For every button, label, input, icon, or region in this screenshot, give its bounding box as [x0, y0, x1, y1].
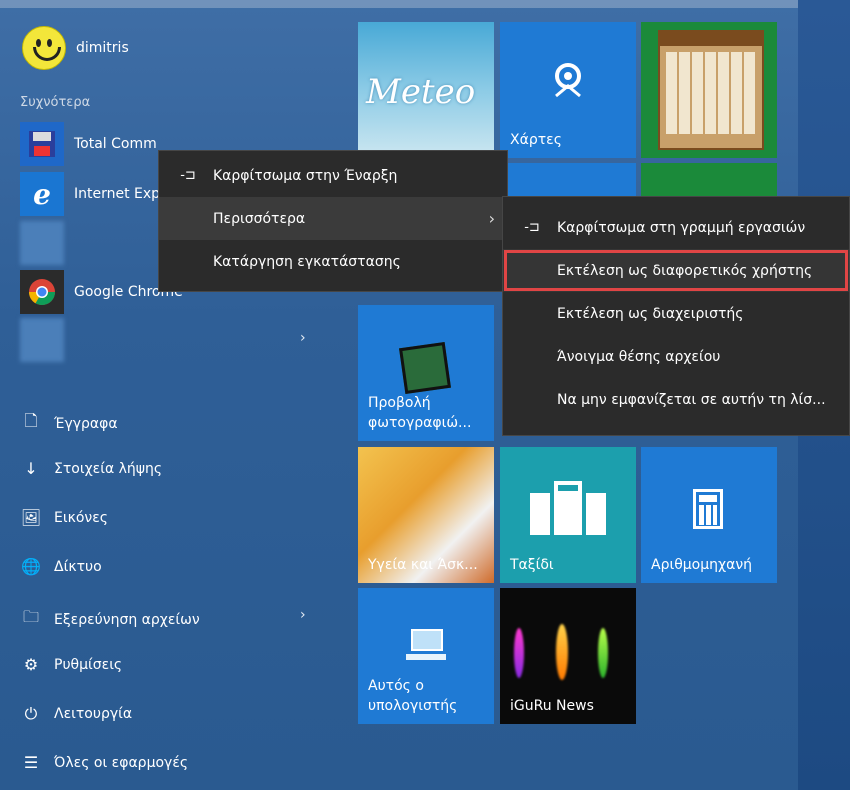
menu-label: Άνοιγμα θέσης αρχείου — [557, 348, 721, 365]
nav-label: Στοιχεία λήψης — [54, 460, 163, 477]
nav-downloads[interactable]: ↓ Στοιχεία λήψης — [20, 459, 162, 478]
power-icon: ⏻ — [24, 704, 38, 723]
tile-health[interactable]: Υγεία και Άσκ... — [358, 447, 494, 583]
tile-meteo[interactable]: Meteo — [358, 22, 494, 158]
menu-label: Περισσότερα — [213, 210, 306, 227]
nav-all-apps[interactable]: ☰ Όλες οι εφαρμογές — [20, 753, 188, 772]
chevron-right-icon: › — [488, 209, 495, 228]
menu-more[interactable]: Περισσότερα › — [159, 197, 507, 240]
tile-travel[interactable]: Ταξίδι — [500, 447, 636, 583]
nav-label: Δίκτυο — [54, 558, 102, 575]
user-account[interactable]: dimitris — [22, 26, 129, 70]
computer-icon — [404, 628, 448, 668]
avatar — [22, 26, 66, 70]
menu-label: Καρφίτσωμα στη γραμμή εργασιών — [557, 219, 806, 236]
menu-pin-taskbar[interactable]: -⊐ Καρφίτσωμα στη γραμμή εργασιών — [503, 206, 849, 249]
nav-file-explorer[interactable]: 🗀 Εξερεύνηση αρχείων — [20, 606, 200, 633]
flame-decor — [514, 628, 524, 678]
nav-label: Έγγραφα — [54, 415, 118, 432]
flame-decor — [598, 628, 608, 678]
chevron-right-icon[interactable]: › — [300, 607, 306, 623]
tile-label: Ταξίδι — [510, 557, 554, 573]
tile-label: iGuRu News — [510, 698, 594, 714]
document-icon: 🗋 — [24, 411, 38, 430]
tile-label: Αυτός ο υπολογιστής — [368, 678, 458, 714]
pictures-icon: 🖼 — [20, 508, 42, 527]
menu-run-as-other-user[interactable]: Εκτέλεση ως διαφορετικός χρήστης — [503, 249, 849, 292]
menu-open-file-location[interactable]: Άνοιγμα θέσης αρχείου — [503, 335, 849, 378]
pin-icon: -⊐ — [180, 168, 196, 183]
context-menu: -⊐ Καρφίτσωμα στην Έναρξη Περισσότερα › … — [158, 150, 508, 292]
folder-icon: 🗀 — [22, 607, 39, 626]
app-label: Total Comm — [74, 136, 157, 152]
menu-label: Κατάργηση εγκατάστασης — [213, 253, 401, 270]
blurred-app-icon — [20, 318, 64, 362]
app-blurred-2[interactable] — [20, 318, 74, 362]
menu-label: Εκτέλεση ως διαφορετικός χρήστης — [557, 262, 813, 279]
nav-documents[interactable]: 🗋 Έγγραφα — [20, 410, 118, 437]
menu-run-as-admin[interactable]: Εκτέλεση ως διαχειριστής — [503, 292, 849, 335]
tile-calendar[interactable] — [641, 22, 777, 158]
download-icon: ↓ — [24, 459, 38, 478]
blurred-app-icon — [20, 221, 64, 265]
app-total-commander[interactable]: Total Comm — [20, 122, 157, 166]
nav-label: Εξερεύνηση αρχείων — [54, 611, 200, 628]
menu-hide-from-list[interactable]: Να μην εμφανίζεται σε αυτήν τη λίσ... — [503, 378, 849, 421]
nav-label: Εικόνες — [54, 509, 109, 526]
tile-photo-viewer[interactable]: Προβολή φωτογραφιώ... — [358, 305, 494, 441]
tile-iguru[interactable]: iGuRu News — [500, 588, 636, 724]
submenu: -⊐ Καρφίτσωμα στη γραμμή εργασιών Εκτέλε… — [502, 196, 850, 436]
tile-label: Υγεία και Άσκ... — [368, 557, 478, 573]
chevron-right-icon[interactable]: › — [300, 330, 306, 346]
photo-viewer-icon — [399, 342, 451, 394]
meteo-logo: Meteo — [366, 72, 476, 112]
calendar-icon — [658, 30, 764, 150]
user-name: dimitris — [76, 40, 129, 56]
nav-pictures[interactable]: 🖼 Εικόνες — [20, 508, 108, 527]
menu-label: Να μην εμφανίζεται σε αυτήν τη λίσ... — [557, 391, 826, 408]
map-pin-icon — [550, 62, 586, 106]
tile-label: Αριθμομηχανή — [651, 557, 753, 573]
nav-label: Όλες οι εφαρμογές — [54, 754, 189, 771]
menu-pin-start[interactable]: -⊐ Καρφίτσωμα στην Έναρξη — [159, 154, 507, 197]
all-apps-icon: ☰ — [23, 753, 39, 772]
nav-label: Ρυθμίσεις — [54, 656, 123, 673]
section-frequent-label: Συχνότερα — [20, 95, 91, 110]
app-internet-explorer[interactable]: e Internet Exp — [20, 172, 160, 216]
suitcase-icon — [528, 481, 608, 541]
chrome-icon — [20, 270, 64, 314]
nav-power[interactable]: ⏻ Λειτουργία — [20, 704, 132, 724]
flame-decor — [556, 624, 568, 680]
pin-icon: -⊐ — [524, 220, 540, 235]
gear-icon: ⚙ — [23, 655, 39, 674]
menu-uninstall[interactable]: Κατάργηση εγκατάστασης — [159, 240, 507, 283]
menu-label: Καρφίτσωμα στην Έναρξη — [213, 167, 398, 184]
app-label: Internet Exp — [74, 186, 161, 202]
tile-label: Χάρτες — [510, 132, 562, 148]
tile-maps[interactable]: Χάρτες — [500, 22, 636, 158]
app-blurred-1[interactable] — [20, 221, 74, 265]
floppy-icon — [20, 122, 64, 166]
nav-label: Λειτουργία — [54, 706, 133, 722]
tile-label: Προβολή φωτογραφιώ... — [368, 395, 472, 431]
tile-calculator[interactable]: Αριθμομηχανή — [641, 447, 777, 583]
internet-explorer-icon: e — [20, 172, 64, 216]
calculator-icon — [693, 489, 723, 529]
network-icon: 🌐 — [21, 557, 41, 576]
tile-this-pc[interactable]: Αυτός ο υπολογιστής — [358, 588, 494, 724]
menu-label: Εκτέλεση ως διαχειριστής — [557, 305, 744, 322]
nav-settings[interactable]: ⚙ Ρυθμίσεις — [20, 655, 122, 674]
nav-network[interactable]: 🌐 Δίκτυο — [20, 557, 102, 576]
